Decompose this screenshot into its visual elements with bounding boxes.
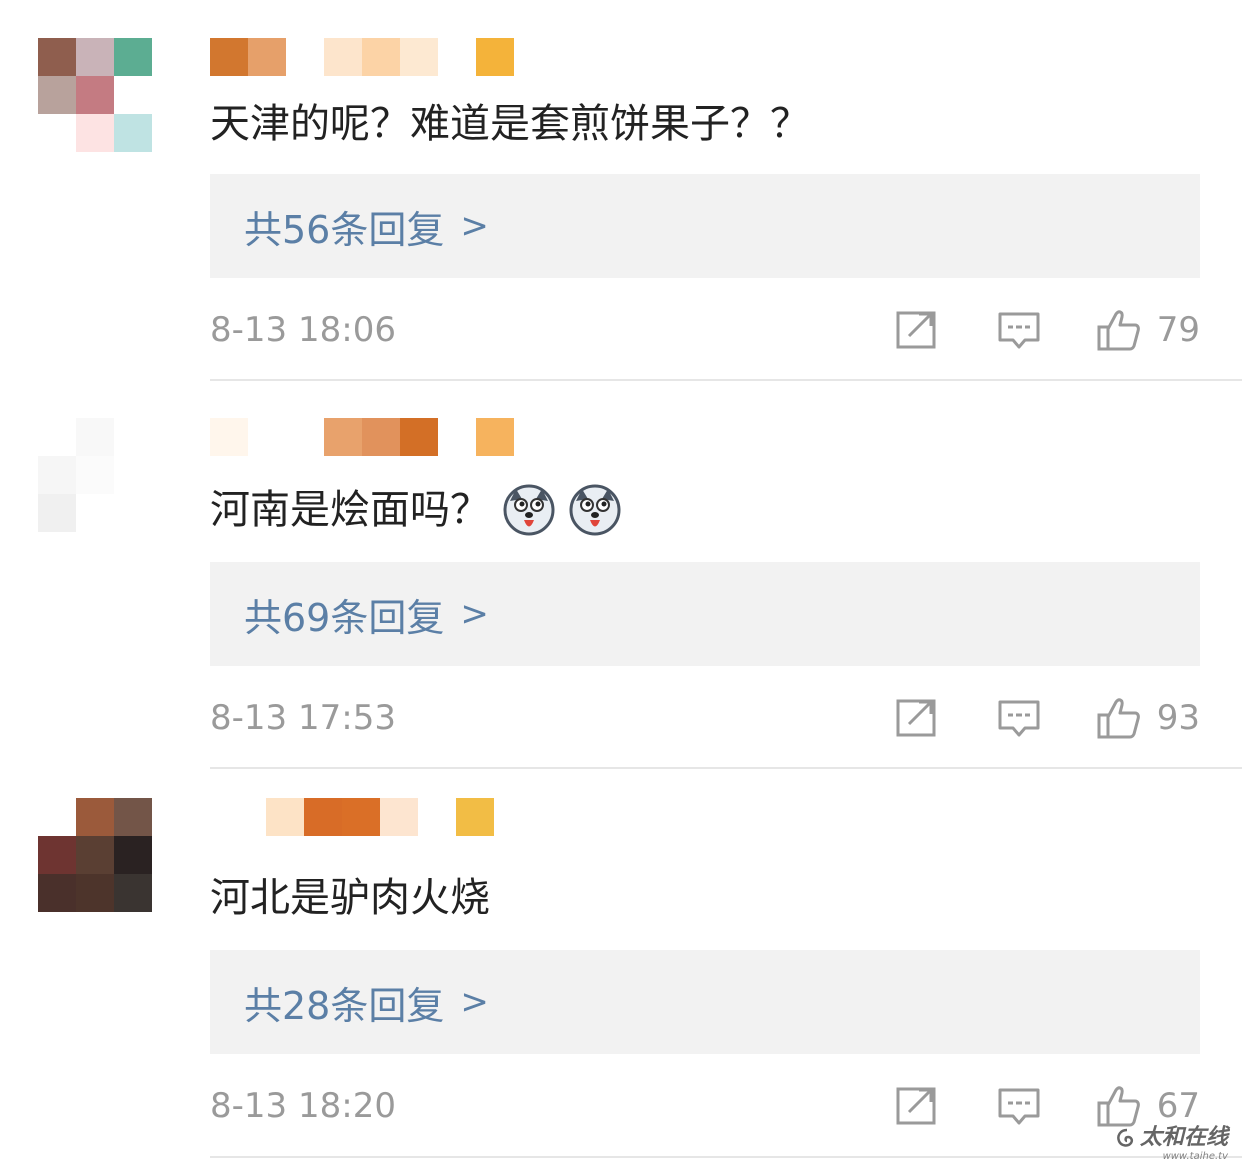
timestamp: 8-13 17:53: [210, 698, 396, 738]
avatar-pixel: [76, 38, 114, 76]
username-pixel: [248, 418, 286, 456]
share-icon[interactable]: [895, 696, 939, 740]
action-bar: 93: [895, 696, 1200, 740]
thumbs-up-icon: [1097, 1086, 1140, 1127]
avatar-pixel: [114, 418, 152, 456]
username-pixel: [342, 798, 380, 836]
avatar-pixel: [38, 798, 76, 836]
comment-icon[interactable]: [997, 696, 1041, 740]
comment-text-content: 天津的呢？难道是套煎饼果子？？: [210, 101, 810, 147]
username-blurred[interactable]: [228, 798, 558, 836]
share-icon[interactable]: [895, 308, 939, 352]
avatar-pixel: [114, 456, 152, 494]
replies-label: 共69条回复: [244, 595, 445, 640]
avatar-pixel: [38, 836, 76, 874]
chevron-right-icon: >: [460, 982, 489, 1022]
avatar-pixel: [76, 418, 114, 456]
avatar[interactable]: [38, 418, 152, 532]
avatar-pixel: [38, 874, 76, 912]
thumbs-up-icon: [1097, 698, 1140, 739]
like-button[interactable]: 93: [1097, 696, 1200, 740]
comment-meta: 8-13 17:53 93: [210, 688, 1200, 748]
username-pixel: [362, 418, 400, 456]
view-replies-button[interactable]: 共56条回复 >: [210, 174, 1200, 278]
username-pixel: [210, 418, 248, 456]
view-replies-button[interactable]: 共28条回复 >: [210, 950, 1200, 1054]
username-pixel: [400, 38, 438, 76]
replies-label: 共28条回复: [244, 983, 445, 1028]
username-pixel: [304, 798, 342, 836]
swirl-logo-icon: [1117, 1128, 1134, 1147]
username-blurred[interactable]: [210, 418, 540, 456]
divider: [210, 379, 1242, 381]
comment-icon[interactable]: [997, 1084, 1041, 1128]
avatar-pixel: [114, 76, 152, 114]
avatar-pixel: [76, 798, 114, 836]
chevron-right-icon: >: [460, 594, 489, 634]
like-count: 93: [1156, 698, 1200, 738]
comment-meta: 8-13 18:06 79: [210, 300, 1200, 360]
husky-emoji-icon: [503, 484, 555, 536]
comment-meta: 8-13 18:20 67: [210, 1076, 1200, 1136]
avatar-pixel: [114, 38, 152, 76]
avatar-pixel: [76, 456, 114, 494]
avatar-pixel: [76, 114, 114, 152]
avatar[interactable]: [38, 38, 152, 152]
divider: [210, 767, 1242, 769]
watermark-logo: 太和在线 www.taihe.tv: [1114, 1123, 1228, 1162]
username-pixel: [476, 418, 514, 456]
username-pixel: [210, 38, 248, 76]
replies-label: 共56条回复: [244, 207, 445, 252]
avatar-pixel: [76, 494, 114, 532]
avatar-pixel: [114, 836, 152, 874]
avatar[interactable]: [38, 798, 152, 912]
username-pixel: [228, 798, 266, 836]
username-pixel: [266, 798, 304, 836]
action-bar: 79: [895, 308, 1200, 352]
username-pixel: [324, 38, 362, 76]
view-replies-button[interactable]: 共69条回复 >: [210, 562, 1200, 666]
avatar-pixel: [114, 114, 152, 152]
username-pixel: [400, 418, 438, 456]
timestamp: 8-13 18:20: [210, 1086, 396, 1126]
username-pixel: [476, 38, 514, 76]
comment-text: 天津的呢？难道是套煎饼果子？？: [210, 96, 810, 152]
timestamp: 8-13 18:06: [210, 310, 396, 350]
username-pixel: [456, 798, 494, 836]
avatar-pixel: [38, 494, 76, 532]
avatar-pixel: [38, 114, 76, 152]
watermark-url: www.taihe.tv: [1162, 1150, 1228, 1162]
like-count: 79: [1156, 310, 1200, 350]
comment-text: 河南是烩面吗？: [210, 482, 622, 538]
comment-text-content: 河北是驴肉火烧: [210, 875, 490, 921]
username-pixel: [324, 418, 362, 456]
avatar-pixel: [114, 494, 152, 532]
watermark-name: 太和在线: [1139, 1123, 1228, 1150]
avatar-pixel: [38, 76, 76, 114]
comment-icon[interactable]: [997, 308, 1041, 352]
avatar-pixel: [38, 38, 76, 76]
username-pixel: [362, 38, 400, 76]
divider: [210, 1156, 1242, 1158]
comment-text: 河北是驴肉火烧: [210, 870, 490, 926]
avatar-pixel: [76, 836, 114, 874]
avatar-pixel: [38, 418, 76, 456]
avatar-pixel: [114, 874, 152, 912]
avatar-pixel: [76, 76, 114, 114]
husky-emoji-icon: [569, 484, 621, 536]
avatar-pixel: [76, 874, 114, 912]
username-pixel: [248, 38, 286, 76]
username-pixel: [380, 798, 418, 836]
avatar-pixel: [38, 456, 76, 494]
comment-text-content: 河南是烩面吗？: [210, 487, 490, 533]
like-button[interactable]: 79: [1097, 308, 1200, 352]
chevron-right-icon: >: [460, 206, 489, 246]
thumbs-up-icon: [1097, 310, 1140, 351]
share-icon[interactable]: [895, 1084, 939, 1128]
avatar-pixel: [114, 798, 152, 836]
username-blurred[interactable]: [210, 38, 540, 76]
